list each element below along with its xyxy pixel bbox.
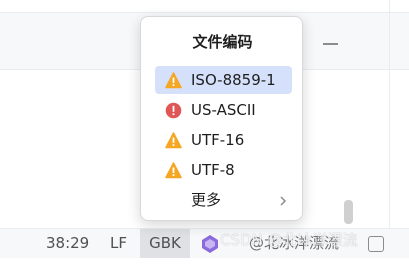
menu-item-utf-8[interactable]: UTF-8 [155, 156, 292, 184]
menu-item-label: UTF-8 [191, 161, 235, 179]
menu-item-label: ISO-8859-1 [191, 71, 276, 89]
menu-item-utf-16[interactable]: UTF-16 [155, 126, 292, 154]
error-icon [165, 102, 182, 119]
file-encoding-widget[interactable]: GBK [140, 229, 190, 258]
line-separator[interactable]: LF [110, 229, 127, 258]
menu-item-label: 更多 [191, 191, 222, 209]
cursor-position[interactable]: 38:29 [46, 229, 89, 258]
warning-icon [165, 72, 182, 89]
file-encoding-popup: 文件编码 ISO-8859-1 US-ASCII UTF-16 UTF-8 更多 [140, 16, 303, 221]
warning-icon [165, 132, 182, 149]
menu-item-iso-8859-1[interactable]: ISO-8859-1 [155, 66, 292, 94]
watermark: CSDN @北冰洋漂流 [220, 231, 358, 249]
menu-item-label: UTF-16 [191, 131, 245, 149]
panel-divider [389, 0, 390, 230]
ai-assistant-icon[interactable] [200, 234, 220, 254]
menu-item-us-ascii[interactable]: US-ASCII [155, 96, 292, 124]
menu-item-more[interactable]: 更多 [155, 186, 292, 214]
collapse-icon[interactable] [323, 43, 338, 45]
warning-icon [165, 162, 182, 179]
scrollbar-thumb[interactable] [344, 200, 353, 224]
popup-title: 文件编码 [192, 33, 253, 51]
menu-item-label: US-ASCII [191, 101, 256, 119]
ai-assistant-icon-graphic [202, 235, 218, 253]
chevron-right-icon [278, 186, 288, 214]
